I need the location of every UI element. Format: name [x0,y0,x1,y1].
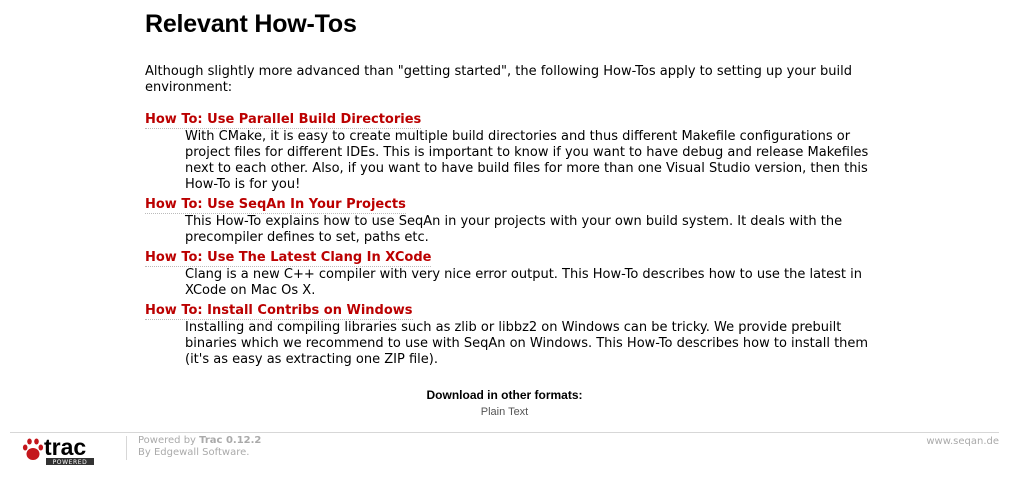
howto-list: How To: Use Parallel Build Directories W… [145,108,885,368]
howto-link-seqan-projects[interactable]: How To: Use SeqAn In Your Projects [145,197,406,214]
intro-paragraph: Although slightly more advanced than "ge… [145,64,852,95]
trac-version-link[interactable]: Trac 0.12.2 [199,435,261,446]
footer-divider [10,432,999,433]
howto-desc-clang-xcode: Clang is a new C++ compiler with very ni… [185,267,862,298]
powered-by-text: Powered by Trac 0.12.2 By Edgewall Softw… [138,435,261,459]
howto-link-parallel-build[interactable]: How To: Use Parallel Build Directories [145,112,422,129]
howto-desc-contribs-windows: Installing and compiling libraries such … [185,320,869,367]
howto-item-contribs-windows: How To: Install Contribs on Windows [145,299,885,320]
download-heading: Download in other formats: [426,388,583,402]
howto-link-clang-xcode[interactable]: How To: Use The Latest Clang In XCode [145,250,432,267]
footer-separator [126,436,127,460]
howto-item-parallel-build: How To: Use Parallel Build Directories [145,108,885,129]
plain-text-link[interactable]: Plain Text [481,405,529,419]
howto-item-clang-xcode: How To: Use The Latest Clang In XCode [145,246,885,267]
trac-paw-icon: trac POWERED [22,434,94,466]
page-title: Relevant How-Tos [145,10,357,38]
edgewall-link[interactable]: By Edgewall Software. [138,447,261,459]
trac-logo-text: trac [44,434,86,460]
trac-version: Trac 0.12.2 [199,435,262,446]
trac-logo-subtext: POWERED [53,459,88,466]
alternate-formats: Download in other formats: Plain Text [0,388,1009,420]
powered-by-label: Powered by [138,435,200,446]
wiki-page: Relevant How-Tos Although slightly more … [0,0,1009,478]
howto-desc-seqan-projects: This How-To explains how to use SeqAn in… [185,214,843,245]
howto-item-seqan-projects: How To: Use SeqAn In Your Projects [145,193,885,214]
site-link[interactable]: www.seqan.de [926,436,999,447]
howto-link-contribs-windows[interactable]: How To: Install Contribs on Windows [145,303,413,320]
trac-logo[interactable]: trac POWERED [22,434,106,466]
howto-desc-parallel-build: With CMake, it is easy to create multipl… [185,129,869,192]
